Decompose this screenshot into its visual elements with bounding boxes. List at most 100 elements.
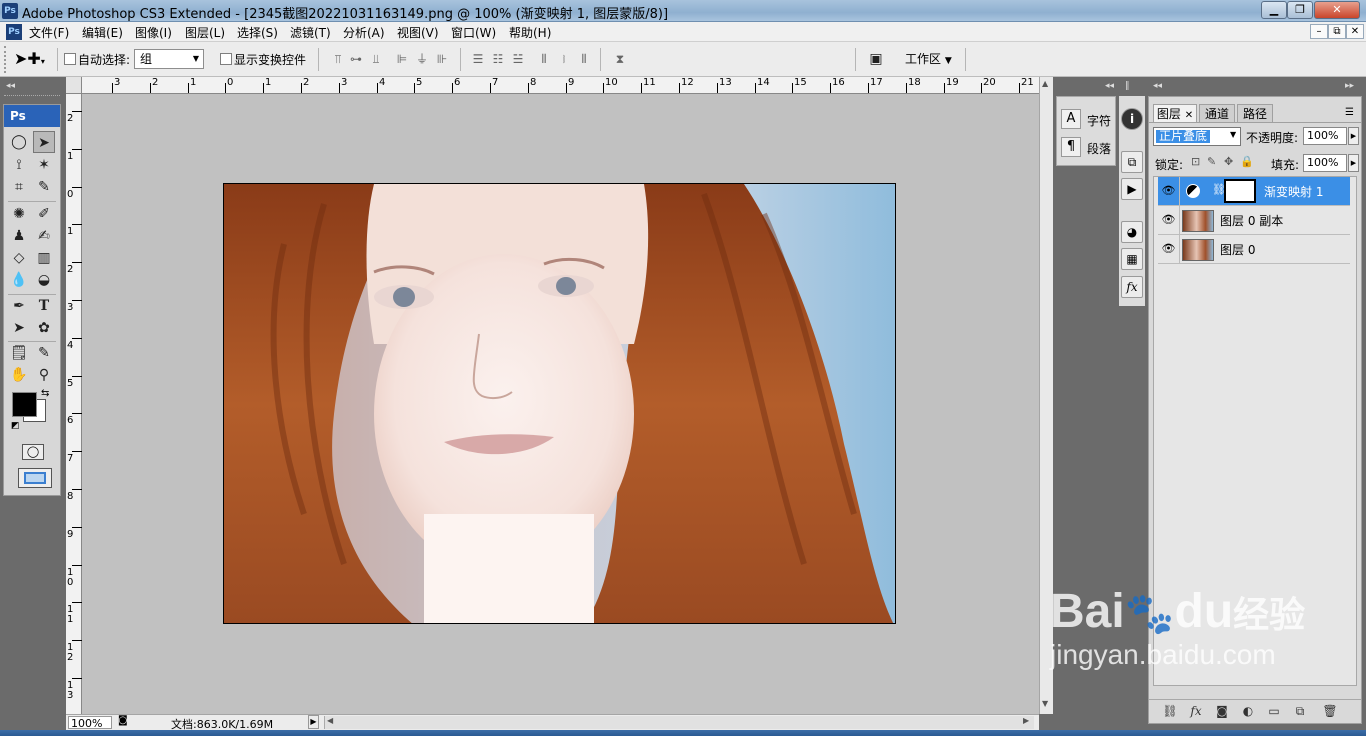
menu-help[interactable]: 帮助(H) [509,24,551,41]
scroll-right-icon[interactable]: ▶ [1023,716,1029,725]
color-icon[interactable]: ◕ [1121,221,1143,243]
scroll-up-icon[interactable]: ▲ [1042,79,1048,88]
fill-input[interactable]: 100% [1303,154,1347,172]
type-icon[interactable]: T [33,295,55,317]
collapse-icon[interactable]: ◂◂ [6,81,15,91]
menu-filter[interactable]: 滤镜(T) [290,24,331,41]
distribute-vcenter-icon[interactable]: ☷ [488,50,508,68]
visibility-eye-icon[interactable]: 👁 [1158,235,1180,263]
elliptical-marquee-icon[interactable]: ◯ [8,131,30,153]
distribute-bottom-icon[interactable]: ☱ [508,50,528,68]
status-info-icon[interactable]: ◙ [118,715,128,726]
menu-view[interactable]: 视图(V) [397,24,439,41]
align-top-icon[interactable]: ⫪ [328,50,348,68]
character-label[interactable]: 字符 [1087,112,1111,129]
lock-all-icon[interactable]: 🔒 [1240,155,1254,168]
default-colors-icon[interactable]: ◩ [11,421,20,431]
zoom-icon[interactable]: ⚲ [33,364,55,386]
magic-wand-icon[interactable]: ✶ [33,154,55,176]
auto-align-icon[interactable]: ⧗ [610,50,630,68]
horizontal-scrollbar[interactable]: ◀ ▶ [324,716,1034,729]
eyedropper-icon[interactable]: ✎ [33,342,55,364]
menu-window[interactable]: 窗口(W) [451,24,496,41]
close-button[interactable]: ✕ [1314,1,1360,19]
move-tool-icon[interactable]: ➤✚▾ [14,48,52,70]
swap-colors-icon[interactable]: ⇆ [41,388,49,399]
align-vcenter-icon[interactable]: ⊶ [346,50,366,68]
foreground-color-swatch[interactable] [12,392,37,417]
document-image[interactable] [223,183,896,624]
pen-icon[interactable]: ✒ [8,295,30,317]
menu-select[interactable]: 选择(S) [237,24,278,41]
healing-brush-icon[interactable]: ✺ [8,203,30,225]
swatches-icon[interactable]: ▦ [1121,248,1143,270]
history-icon[interactable]: ⧉ [1121,151,1143,173]
path-selection-icon[interactable]: ➤ [8,317,30,339]
dodge-icon[interactable]: ◒ [33,269,55,291]
opacity-input[interactable]: 100% [1303,127,1347,145]
doc-restore-button[interactable]: ⧉ [1328,24,1346,39]
align-bottom-icon[interactable]: ⫫ [366,50,386,68]
lock-position-icon[interactable]: ✥ [1224,155,1233,168]
lock-pixels-icon[interactable]: ✎ [1207,155,1216,168]
info-icon[interactable]: i [1121,108,1143,130]
panel-menu-icon[interactable]: ☰ [1345,107,1354,118]
lock-transparent-icon[interactable]: ⊡ [1191,155,1200,168]
distribute-left-icon[interactable]: ⫴ [534,50,554,68]
fill-slider-button[interactable]: ▶ [1348,154,1359,172]
new-adjustment-icon[interactable]: ◐ [1239,704,1257,718]
tab-layers[interactable]: 图层 ✕ [1153,104,1197,122]
minimize-button[interactable]: ▁ [1261,1,1287,19]
menu-image[interactable]: 图像(I) [135,24,172,41]
history-brush-icon[interactable]: ✍ [33,225,55,247]
layer-name[interactable]: 渐变映射 1 [1264,183,1323,200]
tab-paths[interactable]: 路径 [1237,104,1273,122]
menu-layer[interactable]: 图层(L) [185,24,225,41]
hand-icon[interactable]: ✋ [8,364,30,386]
menu-analysis[interactable]: 分析(A) [343,24,385,41]
align-hcenter-icon[interactable]: ⏚ [412,50,432,68]
align-right-icon[interactable]: ⊪ [432,50,452,68]
distribute-right-icon[interactable]: ⫴ [574,50,594,68]
ruler-origin[interactable] [66,77,82,93]
tab-channels[interactable]: 通道 [1199,104,1235,122]
notes-icon[interactable]: 🗒 [8,342,30,364]
opacity-slider-button[interactable]: ▶ [1348,127,1359,145]
bridge-icon[interactable]: ▣ [864,50,888,68]
close-icon[interactable]: ✕ [1185,110,1193,121]
move-tool-icon[interactable]: ➤ [33,131,55,153]
layer-row[interactable]: 👁 图层 0 副本 [1158,206,1350,235]
paragraph-icon[interactable]: ¶ [1061,137,1081,157]
new-group-icon[interactable]: ▭ [1265,704,1283,718]
scroll-left-icon[interactable]: ◀ [327,716,333,725]
layer-name[interactable]: 图层 0 [1220,241,1255,258]
status-menu-icon[interactable]: ▶ [308,715,319,729]
auto-select-dropdown[interactable]: 组 ▼ [134,49,204,69]
layer-row[interactable]: 👁 图层 0 [1158,235,1350,264]
clone-stamp-icon[interactable]: ♟ [8,225,30,247]
layer-row[interactable]: 👁 ⛓ 渐变映射 1 [1158,177,1350,206]
styles-icon[interactable]: fx [1121,276,1143,298]
lasso-icon[interactable]: ⟟ [8,154,30,176]
doc-close-button[interactable]: ✕ [1346,24,1364,39]
align-left-icon[interactable]: ⊫ [392,50,412,68]
toolbox-grip[interactable] [4,95,60,99]
layer-style-icon[interactable]: fx [1187,704,1205,718]
maximize-button[interactable]: ❐ [1287,1,1313,19]
slice-icon[interactable]: ✎ [33,176,55,198]
visibility-eye-icon[interactable]: 👁 [1158,206,1180,234]
zoom-field[interactable]: 100% [68,716,112,730]
options-grip[interactable] [4,46,9,73]
collapse-icon[interactable]: ◂◂ [1153,81,1162,91]
add-mask-icon[interactable]: ◙ [1213,704,1231,718]
quick-mask-icon[interactable]: ◯ [22,444,44,460]
layer-mask-thumbnail[interactable] [1224,179,1256,203]
distribute-hcenter-icon[interactable]: ⧘ [554,50,574,68]
visibility-eye-icon[interactable]: 👁 [1158,177,1180,205]
layer-name[interactable]: 图层 0 副本 [1220,212,1283,229]
scroll-down-icon[interactable]: ▼ [1042,699,1048,708]
workspace-button[interactable]: 工作区 ▼ [905,50,952,67]
collapse-icon[interactable]: ◂◂ [1105,81,1114,91]
expand-icon[interactable]: ▸▸ [1345,81,1354,91]
blur-icon[interactable]: 💧 [8,269,30,291]
